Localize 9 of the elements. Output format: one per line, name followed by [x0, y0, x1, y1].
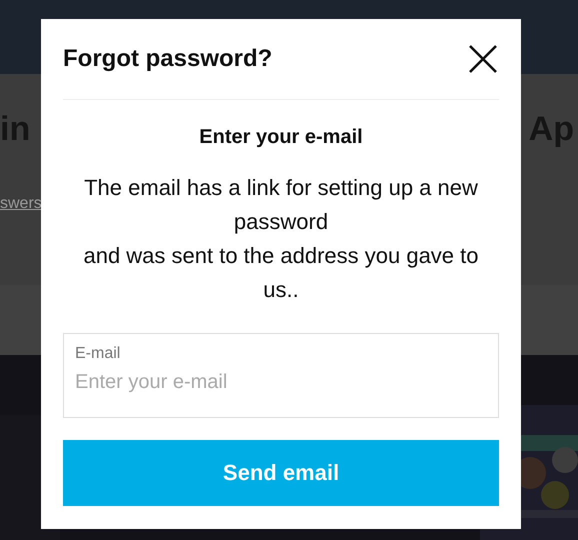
dialog-heading: Enter your e-mail [198, 126, 364, 149]
close-icon [468, 44, 498, 74]
email-field[interactable]: E-mail Enter your e-mail [63, 333, 499, 418]
dialog-message: The email has a link for setting up a new password and was sent to the address you gave to us.. [82, 174, 480, 304]
field-label: E-mail [75, 345, 122, 363]
close-button[interactable] [467, 43, 499, 75]
send-email-button[interactable]: Send email [63, 440, 499, 506]
dialog-title: Forgot password? [63, 45, 272, 73]
answers-link[interactable]: swers [0, 195, 42, 213]
